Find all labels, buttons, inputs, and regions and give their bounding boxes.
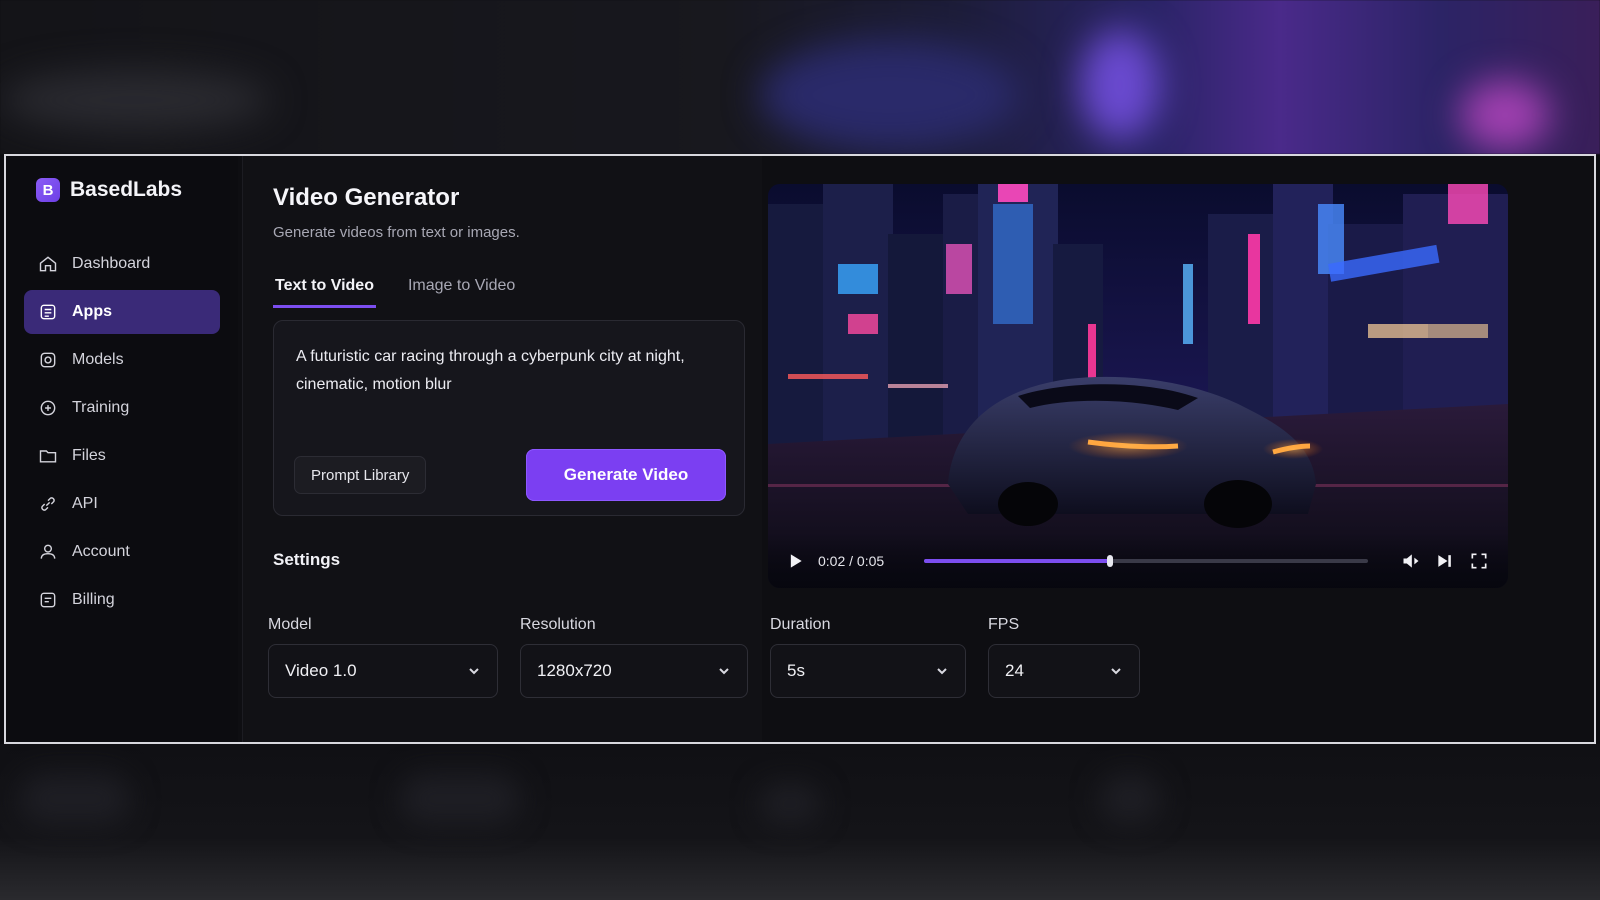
- duration-value: 5s: [787, 661, 805, 680]
- sidebar-item-dashboard[interactable]: Dashboard: [24, 242, 220, 286]
- skip-icon[interactable]: [1434, 550, 1456, 572]
- video-frame: [768, 184, 1508, 588]
- model-select[interactable]: Video 1.0: [268, 644, 498, 698]
- video-preview[interactable]: 0:02 / 0:05: [768, 184, 1508, 588]
- prompt-library-button[interactable]: Prompt Library: [294, 456, 427, 494]
- model-label: Model: [268, 616, 312, 633]
- model-value: Video 1.0: [285, 661, 357, 680]
- folder-icon: [38, 446, 58, 466]
- resolution-select[interactable]: 1280x720: [520, 644, 748, 698]
- fullscreen-icon[interactable]: [1468, 550, 1490, 572]
- chevron-down-icon: [1111, 668, 1121, 675]
- fps-select[interactable]: 24: [988, 644, 1140, 698]
- app-window: B BasedLabs Dashboard Apps Models Traini…: [4, 154, 1596, 744]
- backdrop-bottom: [0, 744, 1600, 900]
- mode-tabs: Text to Video Image to Video: [273, 277, 734, 308]
- sidebar-item-label: Training: [72, 399, 130, 416]
- backdrop-top: [0, 0, 1600, 154]
- fps-value: 24: [1005, 661, 1024, 680]
- user-icon: [38, 542, 58, 562]
- duration-field: Duration 5s: [770, 616, 966, 698]
- tab-text-to-video[interactable]: Text to Video: [273, 277, 376, 308]
- apps-icon: [38, 302, 58, 322]
- sidebar-item-account[interactable]: Account: [24, 530, 220, 574]
- brand[interactable]: B BasedLabs: [36, 178, 220, 202]
- progress-knob[interactable]: [1107, 555, 1114, 567]
- play-icon[interactable]: [784, 550, 806, 572]
- sidebar-item-label: Models: [72, 351, 124, 368]
- sidebar-item-label: API: [72, 495, 98, 512]
- progress-fill: [924, 559, 1111, 563]
- page-subtitle: Generate videos from text or images.: [273, 224, 520, 241]
- sidebar-item-label: Account: [72, 543, 130, 560]
- sidebar-item-billing[interactable]: Billing: [24, 578, 220, 622]
- player-controls: 0:02 / 0:05: [768, 534, 1508, 588]
- resolution-field: Resolution 1280x720: [520, 616, 748, 698]
- chevron-down-icon: [719, 668, 729, 675]
- sidebar-item-models[interactable]: Models: [24, 338, 220, 382]
- billing-icon: [38, 590, 58, 610]
- models-icon: [38, 350, 58, 370]
- resolution-label: Resolution: [520, 616, 596, 633]
- sidebar-item-label: Billing: [72, 591, 115, 608]
- brand-name: BasedLabs: [70, 178, 183, 201]
- sidebar-item-api[interactable]: API: [24, 482, 220, 526]
- chevron-down-icon: [469, 668, 479, 675]
- generate-video-button[interactable]: Generate Video: [526, 449, 726, 501]
- sidebar-item-label: Apps: [72, 303, 112, 320]
- progress-bar[interactable]: [924, 555, 1368, 567]
- link-icon: [38, 494, 58, 514]
- settings-title: Settings: [273, 550, 341, 569]
- duration-label: Duration: [770, 616, 831, 633]
- volume-icon[interactable]: [1400, 550, 1422, 572]
- chevron-down-icon: [937, 668, 947, 675]
- prompt-text[interactable]: A futuristic car racing through a cyberp…: [296, 343, 686, 399]
- training-icon: [38, 398, 58, 418]
- sidebar-item-label: Dashboard: [72, 255, 151, 272]
- sidebar-item-files[interactable]: Files: [24, 434, 220, 478]
- sidebar-item-apps[interactable]: Apps: [24, 290, 220, 334]
- prompt-actions: Prompt Library Generate Video: [294, 449, 726, 501]
- fps-field: FPS 24: [988, 616, 1140, 698]
- playback-time: 0:02 / 0:05: [818, 553, 885, 569]
- model-field: Model Video 1.0: [268, 616, 498, 698]
- sidebar-item-training[interactable]: Training: [24, 386, 220, 430]
- fps-label: FPS: [988, 616, 1020, 633]
- sidebar: B BasedLabs Dashboard Apps Models Traini…: [6, 156, 238, 742]
- sidebar-item-label: Files: [72, 447, 106, 464]
- prompt-input[interactable]: A futuristic car racing through a cyberp…: [273, 320, 745, 516]
- tab-image-to-video[interactable]: Image to Video: [406, 277, 517, 308]
- resolution-value: 1280x720: [537, 661, 612, 680]
- settings-row: Model Video 1.0 Resolution 1280x720 Dura…: [268, 616, 1140, 698]
- home-icon: [38, 254, 58, 274]
- page-title: Video Generator: [273, 184, 460, 211]
- brand-logo: B: [36, 178, 60, 202]
- duration-select[interactable]: 5s: [770, 644, 966, 698]
